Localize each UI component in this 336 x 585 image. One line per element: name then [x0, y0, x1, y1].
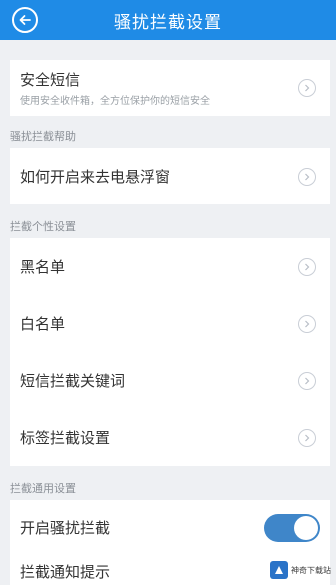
watermark-text: 神奇下载站 [291, 565, 331, 575]
toggle-knob [294, 515, 318, 540]
list-item-floating-window[interactable]: 如何开启来去电悬浮窗 [10, 148, 330, 205]
watermark-logo-icon [270, 561, 288, 579]
section-label-personal: 拦截个性设置 [10, 220, 76, 233]
chevron-right-icon [298, 257, 316, 276]
app-header: 骚扰拦截设置 [0, 0, 336, 40]
row-label: 拦截通知提示 [20, 563, 111, 581]
secure-sms-row[interactable]: 安全短信 使用安全收件箱，全方位保护你的短信安全 [10, 60, 330, 116]
row-label: 短信拦截关键词 [20, 372, 126, 390]
section-label-general: 拦截通用设置 [10, 482, 76, 495]
help-card: 如何开启来去电悬浮窗 [10, 148, 330, 204]
chevron-right-icon [298, 79, 316, 97]
chevron-right-icon [298, 428, 316, 447]
list-item-tag-settings[interactable]: 标签拦截设置 [10, 409, 330, 466]
chevron-right-icon [298, 371, 316, 390]
row-label: 如何开启来去电悬浮窗 [20, 168, 171, 186]
section-label-help: 骚扰拦截帮助 [10, 130, 76, 143]
enable-intercept-toggle[interactable] [264, 513, 320, 542]
row-label: 标签拦截设置 [20, 429, 111, 447]
list-item-whitelist[interactable]: 白名单 [10, 295, 330, 352]
secure-sms-subtitle: 使用安全收件箱，全方位保护你的短信安全 [20, 96, 210, 107]
secure-sms-title: 安全短信 [20, 71, 81, 89]
personal-card: 黑名单 白名单 短信拦截关键词 标签拦截设置 [10, 238, 330, 466]
row-label: 黑名单 [20, 258, 66, 276]
chevron-right-icon [298, 167, 316, 186]
row-label: 白名单 [20, 315, 66, 333]
list-item-sms-keywords[interactable]: 短信拦截关键词 [10, 352, 330, 409]
list-item-enable-intercept: 开启骚扰拦截 [10, 500, 330, 555]
watermark: 神奇下载站 [270, 555, 332, 585]
page-title: 骚扰拦截设置 [114, 12, 222, 33]
back-arrow-icon [19, 15, 31, 25]
chevron-right-icon [298, 314, 316, 333]
back-button[interactable] [12, 7, 38, 33]
list-item-blacklist[interactable]: 黑名单 [10, 238, 330, 295]
row-label: 开启骚扰拦截 [20, 519, 111, 537]
